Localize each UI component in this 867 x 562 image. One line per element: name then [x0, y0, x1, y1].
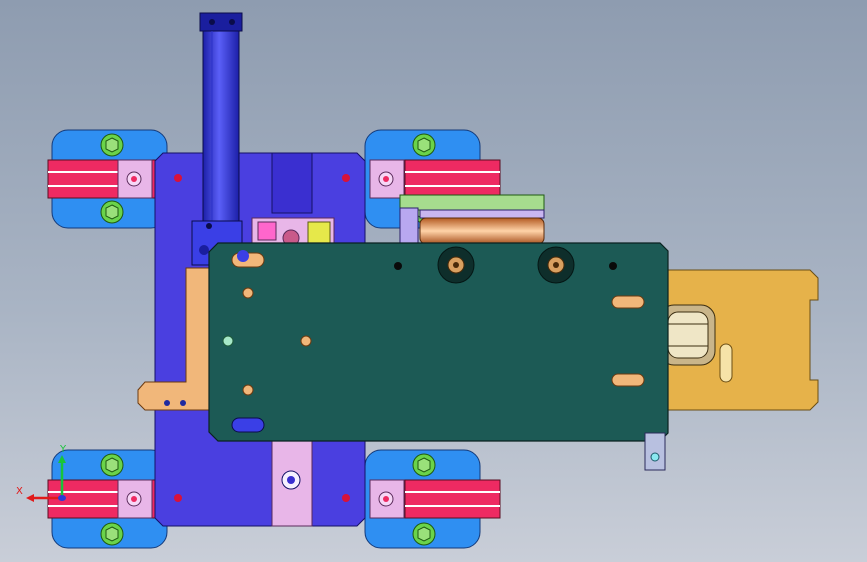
wheel-rear-left [47, 449, 168, 549]
shaft-boss-left [437, 246, 475, 284]
wheel-rear-right [364, 449, 501, 549]
cad-viewport[interactable]: X Y [0, 0, 867, 562]
cylinder-rod [191, 12, 243, 266]
x-axis-label: X [16, 486, 23, 497]
shaft-boss-right [537, 246, 575, 284]
sensor-tab [644, 432, 666, 471]
y-axis-label: Y [59, 444, 67, 455]
wheel-front-left [47, 129, 168, 229]
motor-assembly [399, 194, 545, 247]
cover-plate [208, 242, 669, 442]
